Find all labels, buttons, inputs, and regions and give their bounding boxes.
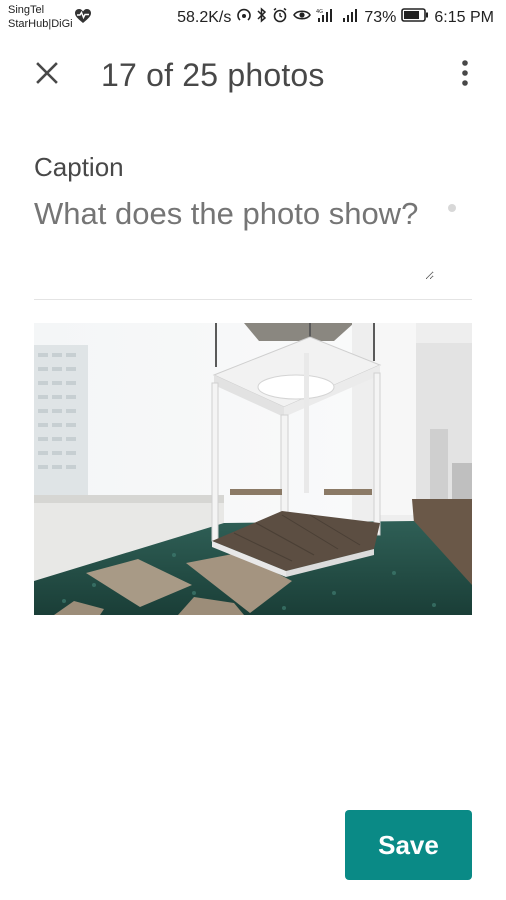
top-app-bar: 17 of 25 photos xyxy=(0,44,506,104)
clock: 6:15 PM xyxy=(434,8,494,26)
network-speed: 58.2K/s xyxy=(177,8,232,26)
status-bar: SingTel StarHub|DiGi 58.2K/s 4G 73% 6:15… xyxy=(0,0,506,36)
bluetooth-icon xyxy=(257,7,267,28)
save-button[interactable]: Save xyxy=(345,810,472,880)
signal-icon: 4G xyxy=(316,7,336,28)
status-indicators: 58.2K/s 4G 73% 6:15 PM xyxy=(177,7,494,28)
page-title: 17 of 25 photos xyxy=(101,57,325,93)
heart-rate-icon xyxy=(74,8,92,29)
input-indicator-dot xyxy=(448,204,456,212)
eye-icon xyxy=(293,8,312,27)
more-options-button[interactable] xyxy=(450,58,480,92)
close-button[interactable] xyxy=(28,56,66,94)
edit-photo-screen: SingTel StarHub|DiGi 58.2K/s 4G 73% 6:15… xyxy=(0,0,506,900)
caption-label: Caption xyxy=(34,152,124,182)
signal-icon xyxy=(341,7,359,28)
caption-input[interactable] xyxy=(34,192,434,280)
carrier-primary: SingTel xyxy=(8,4,45,16)
carrier-info: SingTel StarHub|DiGi xyxy=(8,3,73,31)
photo-preview xyxy=(34,323,472,615)
hotspot-icon xyxy=(236,7,252,28)
close-icon xyxy=(36,61,58,89)
caption-divider xyxy=(34,299,472,300)
svg-text:4G: 4G xyxy=(316,9,323,15)
alarm-icon xyxy=(272,7,288,28)
more-vertical-icon xyxy=(462,59,468,91)
battery-icon xyxy=(401,8,429,27)
carrier-secondary: StarHub|DiGi xyxy=(8,18,73,30)
battery-percentage: 73% xyxy=(364,8,397,26)
